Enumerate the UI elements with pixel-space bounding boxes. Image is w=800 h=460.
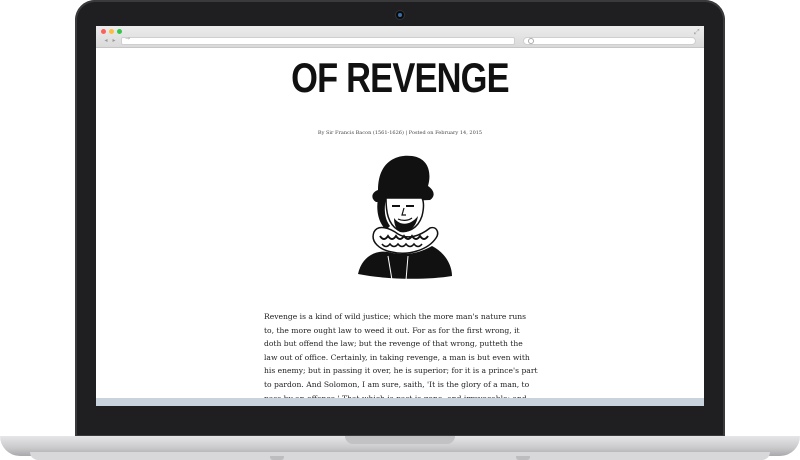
laptop-foot: [516, 456, 530, 460]
browser-toolbar: ◂ ▸ → ⤢: [96, 26, 704, 48]
laptop-base-shadow: [30, 452, 770, 460]
maximize-window-button[interactable]: [117, 29, 122, 34]
forward-button[interactable]: ▸: [110, 37, 118, 44]
article-byline: By Sir Francis Bacon (1561-1626) | Poste…: [317, 130, 483, 136]
search-input[interactable]: [523, 37, 696, 45]
laptop-screen: ◂ ▸ → ⤢ OF REVENGE By Sir Francis Bacon …: [96, 26, 704, 406]
article-page: OF REVENGE By Sir Francis Bacon (1561-16…: [96, 48, 704, 403]
author-portrait-image: [358, 155, 452, 281]
article-body: Revenge is a kind of wild justice; which…: [264, 312, 538, 403]
address-bar[interactable]: →: [121, 35, 515, 45]
minimize-window-button[interactable]: [109, 29, 114, 34]
back-button[interactable]: ◂: [102, 37, 110, 44]
page-footer-band: [96, 398, 704, 406]
reload-arrow-icon[interactable]: →: [125, 35, 130, 42]
search-icon: [528, 38, 534, 44]
close-window-button[interactable]: [101, 29, 106, 34]
fullscreen-icon[interactable]: ⤢: [694, 28, 700, 37]
webcam-icon: [396, 11, 404, 19]
laptop-foot: [270, 456, 284, 460]
laptop-opening-notch: [345, 436, 455, 444]
article-title: OF REVENGE: [291, 54, 509, 101]
